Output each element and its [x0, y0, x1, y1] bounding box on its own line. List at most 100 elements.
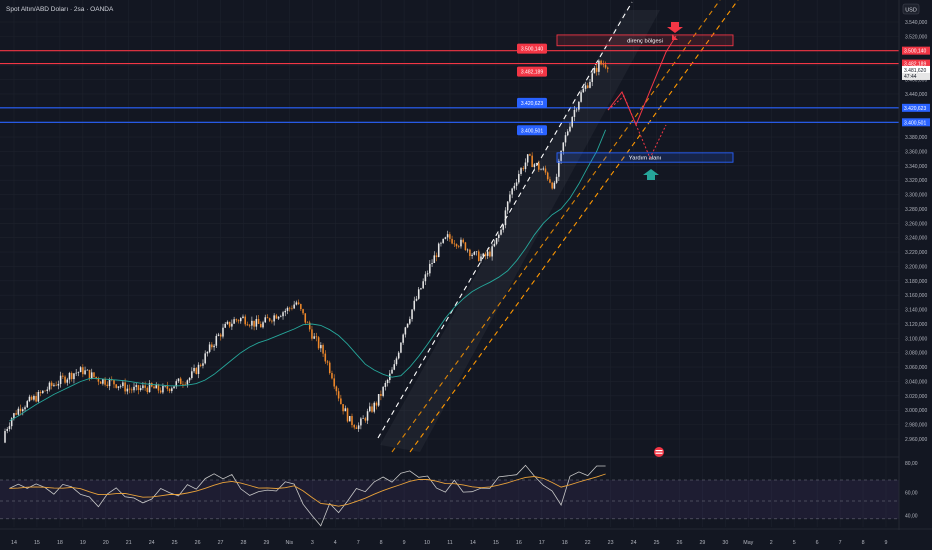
time-tick-label: 14	[470, 540, 476, 546]
axis-price-text: 3.500,140	[904, 49, 926, 55]
candle[interactable]	[328, 360, 331, 375]
candle-body	[55, 384, 57, 386]
level-label[interactable]: 3.482,189	[517, 66, 547, 77]
candle-body	[206, 351, 209, 354]
candle-body	[42, 390, 44, 394]
chart-title: Spot Altın/ABD Doları · 2sa · OANDA	[6, 6, 114, 13]
level-label[interactable]: 3.400,501	[517, 125, 547, 136]
candle-body	[333, 378, 335, 387]
candle-body	[504, 210, 507, 226]
time-tick-label: 19	[80, 540, 86, 546]
currency-label: USD	[905, 8, 917, 14]
time-tick-label: 6	[816, 540, 819, 546]
candle-body	[124, 382, 126, 392]
price-tick-label: 2.960,000	[905, 437, 927, 443]
candle-body	[420, 288, 422, 290]
candle-body	[233, 319, 235, 324]
axis-price-badge: 3.400,501	[902, 118, 930, 127]
price-tick-label: 3.340,000	[905, 164, 927, 170]
candle-body	[344, 408, 347, 412]
candle-body	[119, 386, 122, 387]
candle-body	[564, 135, 567, 143]
candle[interactable]	[173, 386, 175, 389]
candle[interactable]	[377, 394, 380, 407]
candle-body	[486, 251, 489, 256]
candle[interactable]	[464, 241, 467, 251]
candle[interactable]	[437, 242, 440, 258]
candle-body	[59, 375, 62, 384]
candle-body	[397, 352, 400, 359]
candle-body	[44, 390, 46, 392]
candle-body	[253, 320, 255, 327]
level-label[interactable]: 3.420,623	[517, 97, 547, 108]
candle-body	[48, 382, 51, 390]
price-tick-label: 3.200,000	[905, 264, 927, 270]
candle-body	[500, 229, 502, 235]
candle-body	[373, 402, 376, 412]
candle-body	[457, 246, 460, 247]
currency-button[interactable]: USD	[902, 3, 920, 15]
candle-body	[86, 369, 89, 371]
candle-body	[179, 378, 182, 385]
candle[interactable]	[382, 386, 384, 398]
candle-body	[208, 344, 211, 352]
candle-body	[433, 255, 436, 263]
candle[interactable]	[571, 116, 573, 129]
candle-body	[115, 384, 117, 388]
candle-body	[451, 238, 453, 244]
candle-body	[24, 407, 26, 410]
candle-body	[549, 179, 551, 183]
candle[interactable]	[317, 335, 320, 350]
time-tick-label: 24	[149, 540, 155, 546]
candle-body	[411, 309, 413, 320]
time-tick-label: 29	[699, 540, 705, 546]
candle-body	[300, 304, 302, 310]
candle[interactable]	[406, 323, 409, 329]
candle-body	[295, 302, 298, 305]
candle-body	[182, 384, 184, 385]
candle-body	[598, 60, 600, 72]
price-tick-label: 2.980,000	[905, 423, 927, 429]
candle-body	[166, 385, 169, 389]
candle-body	[328, 362, 331, 374]
candle[interactable]	[346, 407, 349, 423]
candle-body	[70, 372, 73, 380]
candle-body	[280, 316, 282, 317]
candle-body	[409, 319, 411, 324]
candle-body	[384, 383, 387, 387]
candle-body	[342, 404, 344, 412]
candle-body	[131, 389, 133, 391]
candle-body	[202, 363, 204, 366]
candle-body	[351, 416, 353, 426]
flag-icon[interactable]	[654, 447, 664, 457]
price-tick-label: 3.260,000	[905, 221, 927, 227]
support-zone[interactable]: Yardım alanı	[556, 152, 734, 163]
price-tick-label: 3.320,000	[905, 178, 927, 184]
resistance-zone[interactable]: direnç bölgesi	[556, 34, 734, 47]
candle-body	[79, 367, 82, 373]
candle-body	[331, 373, 333, 379]
candle-body	[362, 418, 364, 419]
candle-body	[571, 116, 573, 127]
candle-body	[480, 256, 482, 262]
candle[interactable]	[373, 401, 376, 414]
candle-body	[313, 336, 315, 339]
candle-body	[4, 431, 6, 443]
candle-body	[518, 173, 520, 183]
candle[interactable]	[195, 367, 198, 375]
candle-body	[360, 418, 362, 426]
candle-body	[64, 376, 66, 383]
countdown-timer: 47:44	[904, 74, 917, 80]
candle-body	[17, 408, 20, 415]
level-label[interactable]: 3.500,140	[517, 43, 547, 54]
candle[interactable]	[348, 415, 351, 422]
candle-body	[449, 234, 451, 239]
candle[interactable]	[400, 342, 402, 354]
candle-body	[437, 243, 440, 258]
price-tick-label: 3.520,000	[905, 34, 927, 40]
axis-price-text: 3.420,623	[904, 106, 926, 112]
time-tick-label: 11	[447, 540, 453, 546]
candle[interactable]	[551, 181, 553, 190]
candle-body	[393, 364, 396, 370]
candle-body	[353, 425, 355, 428]
